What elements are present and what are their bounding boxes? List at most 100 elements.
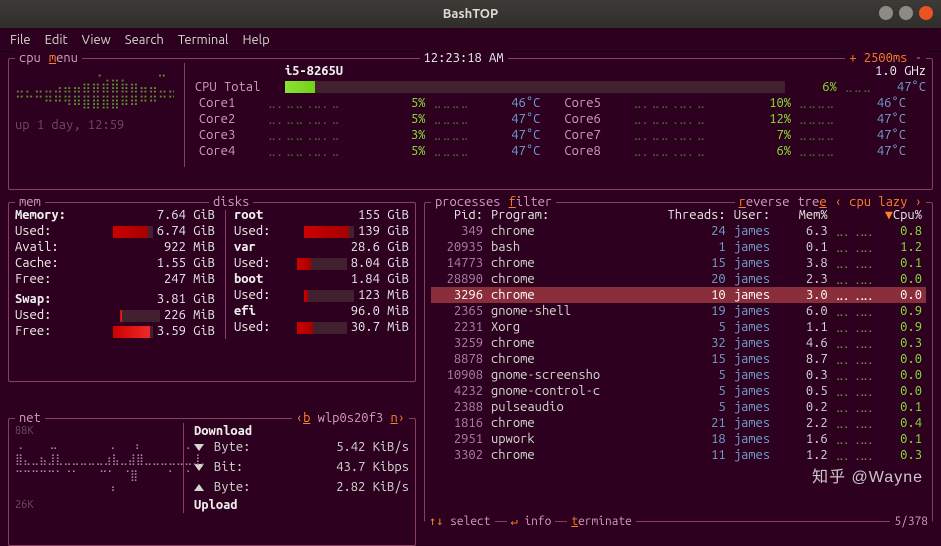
core-temp: 47°C: [498, 143, 544, 159]
swap-row: Used:226 MiB: [15, 307, 215, 323]
cpu-model: i5-8265U: [285, 63, 343, 79]
core-name: Core2: [195, 111, 264, 127]
menu-edit[interactable]: Edit: [45, 32, 68, 48]
core-pct: 6%: [755, 143, 795, 159]
net-graph: 88K ⢀ ⣀ ⡀ ⢠ ⡀ ⣿⣄⣀⣦⣸⣇⣀⣀⣀⣀⣀⣰⣧⣀⣼⣿⣀⣀⣀⣀⣀⣀⣸⡀ ⠉…: [15, 423, 175, 513]
net-iface[interactable]: ‹b wlp0s20f3 n›: [292, 410, 409, 426]
swap-total: 3.81 GiB: [157, 291, 215, 307]
core-temp: 47°C: [498, 127, 544, 143]
reverse-button[interactable]: reverse: [735, 194, 794, 210]
menu-terminal[interactable]: Terminal: [178, 32, 229, 48]
arrow-down-icon: [194, 444, 204, 451]
core-temp: 46°C: [498, 95, 544, 111]
net-row-label: Byte:: [214, 479, 326, 495]
core-name: Core1: [195, 95, 264, 111]
process-row[interactable]: 349chrome24james6.3⣀⡀⢀⣀⡀0.8: [431, 223, 926, 239]
disks-title: disks: [209, 194, 253, 210]
window-minimize-button[interactable]: [879, 6, 893, 20]
col-cpu[interactable]: Cpu%: [893, 208, 922, 222]
core-temp: 47°C: [498, 111, 544, 127]
cpu-panel: cpu menu 12:23:18 AM + 2500ms - ⢀ ⣀ ⣀⡀⣀⣀…: [8, 58, 933, 190]
net-sparkline: ⢀ ⣀ ⡀ ⢠ ⡀ ⣿⣄⣀⣦⣸⣇⣀⣀⣀⣀⣀⣰⣧⣀⣼⣿⣀⣀⣀⣀⣀⣀⣸⡀ ⠉⠉⠉⠉⠉…: [15, 437, 175, 501]
process-table[interactable]: Pid: Program: Threads: User: Mem% ▼Cpu% …: [431, 207, 926, 463]
footer-terminate[interactable]: terminate: [567, 514, 636, 530]
net-scale-top: 88K: [15, 423, 33, 439]
process-row[interactable]: 28890chrome20james2.3⣀⡀⢀⣀⡀0.0: [431, 271, 926, 287]
menubar: File Edit View Search Terminal Help: [0, 28, 941, 52]
core-pct: 5%: [389, 95, 429, 111]
core-name: Core6: [560, 111, 629, 127]
process-row[interactable]: 2388pulseaudio5james0.2⣀⡀⢀⣀⡀0.1: [431, 399, 926, 415]
window-titlebar: BashTOP: [0, 0, 941, 28]
menu-file[interactable]: File: [10, 32, 31, 48]
cpu-total-label: CPU Total: [195, 79, 277, 95]
processes-title: processes: [431, 194, 505, 210]
tree-button[interactable]: tree: [794, 194, 831, 210]
cpu-total-pct: 6%: [797, 79, 837, 95]
disk-row: root155 GiB: [234, 207, 409, 223]
window-close-button[interactable]: [919, 6, 933, 20]
cpu-graph: ⢀ ⣀ ⣀⡀⣀⣀⣠⣤⣤⣶⣶⣾⣿⣷⣶⣤⣤⣀⣀⣀⣀⣀⣀⣀⡀⢀⣀⣀⣀⣀ ⠉⠉⠉⠛⠛⠻⠿…: [15, 63, 174, 167]
core-spark: ⣀⡀⣀⣀⢀⣀⡀⣀: [264, 127, 389, 143]
process-row[interactable]: 3296chrome10james3.0⣀⡀⢀⣀⡀0.0: [431, 287, 926, 303]
core-spark: ⣀⡀⣀⣀⢀⣀⡀⣀: [264, 111, 389, 127]
mem-title: mem: [15, 194, 45, 210]
mem-row: Used:6.74 GiB: [15, 223, 215, 239]
process-row[interactable]: 2231Xorg5james1.1⣀⡀⢀⣀⡀0.9: [431, 319, 926, 335]
cpu-total-temp: 47°C: [880, 79, 926, 95]
process-row[interactable]: 2365gnome-shell19james6.0⣀⡀⢀⣀⡀0.9: [431, 303, 926, 319]
cpu-sparkline: ⢀ ⣀ ⣀⡀⣀⣀⣠⣤⣤⣶⣶⣾⣿⣷⣶⣤⣤⣀⣀⣀⣀⣀⣀⣀⡀⢀⣀⣀⣀⣀ ⠉⠉⠉⠛⠛⠻⠿…: [15, 63, 174, 111]
net-row-value: 2.82 KiB/s: [336, 479, 409, 495]
disk-used-row: Used:8.04 GiB: [234, 255, 409, 271]
net-row-value: 5.42 KiB/s: [336, 439, 409, 455]
net-panel: net ‹b wlp0s20f3 n› 88K ⢀ ⣀ ⡀ ⢠ ⡀ ⣿⣄⣀⣦⣸⣇…: [8, 418, 416, 546]
net-scale-bot: 26K: [15, 497, 33, 513]
watermark: 知乎 @Wayne: [812, 470, 923, 486]
core-spark: ⣀⡀⣀⣀⢀⣀⡀⣀: [264, 95, 389, 111]
swap-row: Free:3.59 GiB: [15, 323, 215, 339]
net-row-value: 43.7 Kibps: [336, 459, 409, 475]
core-pct: 5%: [389, 143, 429, 159]
core-temp: 47°C: [864, 111, 910, 127]
menu-help[interactable]: Help: [242, 32, 269, 48]
menu-view[interactable]: View: [82, 32, 111, 48]
mem-row: Free:247 MiB: [15, 271, 215, 287]
disk-row: boot1.84 GiB: [234, 271, 409, 287]
mem-row: Avail:922 MiB: [15, 239, 215, 255]
process-row[interactable]: 3302chrome11james1.2⣀⡀⢀⣀⡀0.3: [431, 447, 926, 463]
core-pct: 12%: [755, 111, 795, 127]
core-spark: ⣀⡀⣀⣀⢀⣀⡀⣀: [630, 143, 755, 159]
mem-row: Cache:1.55 GiB: [15, 255, 215, 271]
process-row[interactable]: 10908gnome-screensho5james0.3⣀⡀⢀⣀⡀0.0: [431, 367, 926, 383]
uptime: up 1 day, 12:59: [15, 117, 174, 133]
disk-used-row: Used:30.7 MiB: [234, 319, 409, 335]
core-name: Core3: [195, 127, 264, 143]
swap-label: Swap:: [15, 291, 51, 307]
net-row-label: Byte:: [214, 439, 326, 455]
col-threads[interactable]: Threads:: [663, 207, 729, 223]
process-row[interactable]: 20935bash1james0.1⣀⡀⢀⣀⡀1.2: [431, 239, 926, 255]
process-row[interactable]: 3259chrome32james4.6⣀⡀⢀⣀⡀0.3: [431, 335, 926, 351]
core-temp: 47°C: [864, 143, 910, 159]
filter-button[interactable]: filter: [505, 194, 557, 210]
window-title: BashTOP: [443, 6, 498, 22]
update-interval[interactable]: + 2500ms -: [845, 50, 926, 66]
menu-search[interactable]: Search: [125, 32, 164, 48]
sort-mode[interactable]: ‹ cpu lazy ›: [831, 194, 926, 210]
process-row[interactable]: 4232gnome-control-c5james0.5⣀⡀⢀⣀⡀0.0: [431, 383, 926, 399]
process-row[interactable]: 14773chrome15james3.8⣀⡀⢀⣀⡀0.1: [431, 255, 926, 271]
window-maximize-button[interactable]: [899, 6, 913, 20]
disks-column: root155 GiB Used:139 GiBvar28.6 GiB Used…: [225, 207, 409, 339]
process-row[interactable]: 8878chrome15james8.7⣀⡀⢀⣀⡀0.0: [431, 351, 926, 367]
process-row[interactable]: 1816chrome21james2.2⣀⡀⢀⣀⡀0.4: [431, 415, 926, 431]
disk-used-row: Used:123 MiB: [234, 287, 409, 303]
footer-select: ↑↓ select: [425, 514, 495, 530]
core-spark: ⣀⡀⣀⣀⢀⣀⡀⣀: [630, 111, 755, 127]
arrow-up-icon: [194, 484, 204, 491]
process-counter: 5/378: [890, 514, 932, 530]
net-row-label: Bit:: [214, 459, 326, 475]
memory-total: 7.64 GiB: [157, 207, 215, 223]
core-temp: 46°C: [864, 95, 910, 111]
upload-label: Upload: [194, 497, 409, 513]
process-row[interactable]: 2951upwork18james1.6⣀⡀⢀⣀⡀0.1: [431, 431, 926, 447]
